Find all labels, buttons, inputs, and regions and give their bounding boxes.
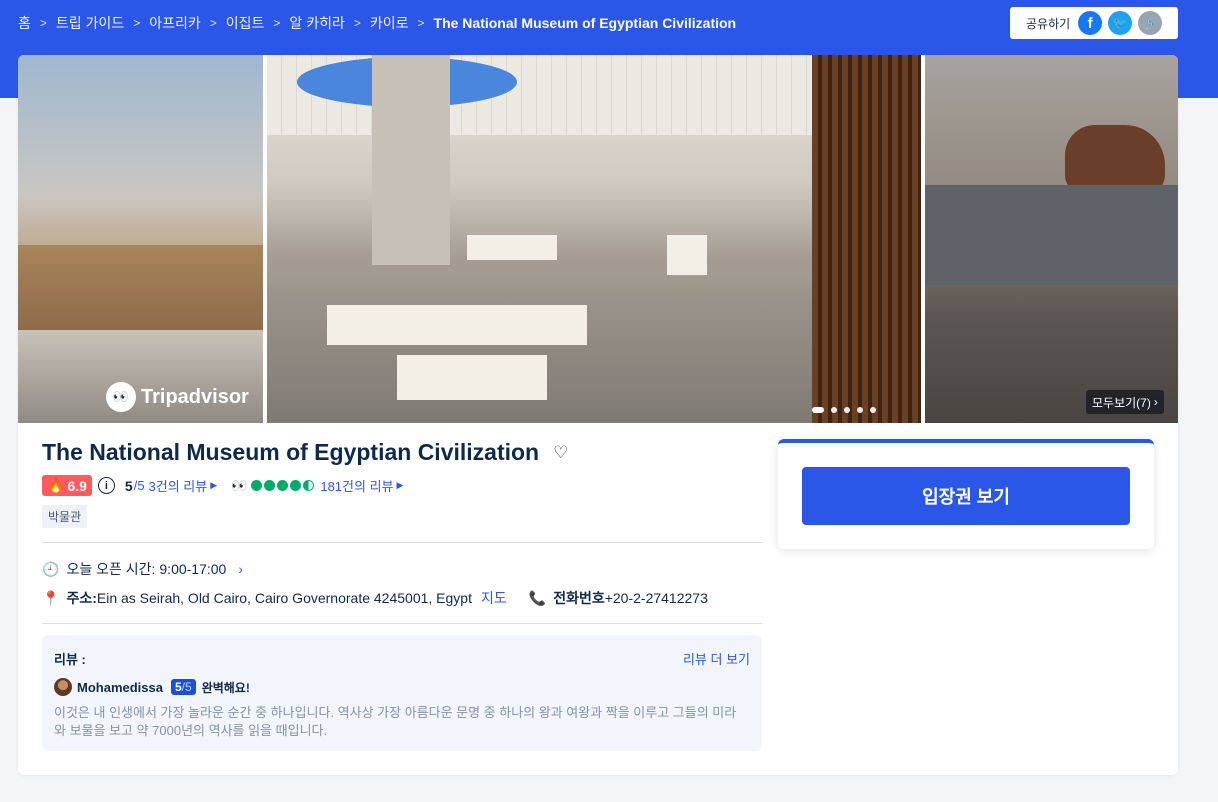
rating-bubble [290,480,302,491]
tripadvisor-bubble-rating [251,480,315,491]
chevron-right-icon: > [417,16,425,30]
tripadvisor-review-link[interactable]: 181건의 리뷰 [320,476,393,495]
opening-hours-row[interactable]: 🕘 오늘 오픈 시간: 9:00-17:00 › [42,559,762,579]
rating-bubble [264,480,276,491]
phone-block: 📞 전화번호 +20-2-27412273 [529,588,708,608]
slide-indicator [812,407,876,413]
photo-wooden-lattice [812,55,921,423]
breadcrumb-cairo[interactable]: 카이로 [370,13,409,33]
review-preview: 리뷰 : 리뷰 더 보기 Mohamedissa 5/5 완벽해요! 이것은 내… [42,635,762,751]
address-label: 주소: [66,590,97,606]
clock-icon: 🕘 [42,560,60,577]
review-text: 이것은 내 인생에서 가장 놀라운 순간 중 하나입니다. 역사상 가장 아름다… [54,705,737,738]
twitter-icon[interactable]: 🐦 [1108,11,1133,35]
review-header: 리뷰 : 리뷰 더 보기 [54,649,750,668]
divider [42,542,762,543]
rating-bubble [277,480,289,491]
slide-dot[interactable] [812,407,824,413]
review-label: 리뷰 : [54,652,86,667]
more-reviews-link[interactable]: 리뷰 더 보기 [683,649,750,668]
address-value: Ein as Seirah, Old Cairo, Cairo Governor… [96,590,472,606]
address-row: 📍 주소: Ein as Seirah, Old Cairo, Cairo Go… [42,588,762,608]
chevron-right-icon: > [39,16,47,30]
slide-dot[interactable] [870,407,876,413]
slide-dot[interactable] [844,407,850,413]
review-score-max: /5 [181,680,192,694]
chevron-right-icon: > [133,16,141,30]
share-label: 공유하기 [1026,16,1071,31]
breadcrumb-al-qahirah[interactable]: 알 카히라 [289,13,344,33]
flame-icon: 🔥 [47,477,65,493]
photo-display-case [327,305,587,345]
info-icon[interactable]: i [97,477,115,494]
breadcrumb-trip-guide[interactable]: 트립 가이드 [56,13,124,33]
view-tickets-button[interactable]: 입장권 보기 [802,467,1130,525]
photo-display-case [467,235,557,260]
photo-display-case [397,355,547,400]
phone-value: +20-2-27412273 [604,590,708,606]
rating-score: 5 [124,477,133,494]
hours-label: 오늘 오픈 시간: [66,561,156,577]
chevron-right-icon: › [1153,395,1158,409]
phone-icon: 📞 [528,589,547,606]
chevron-right-icon: > [353,16,361,30]
breadcrumb-current: The National Museum of Egyptian Civiliza… [433,15,737,31]
view-all-label: 모두보기(7) [1092,395,1151,410]
breadcrumb-home[interactable]: 홈 [18,13,31,33]
breadcrumb: 홈 > 트립 가이드 > 아프리카 > 이집트 > 알 카히라 > 카이로 > … [18,13,736,33]
tripadvisor-icon: 👀 [231,477,248,493]
rating-bubble [251,480,263,491]
attraction-card: 👀 Tripadvisor 모두보기(7) › The National Mus… [18,55,1178,775]
tripadvisor-watermark-text: Tripadvisor [141,385,249,408]
photo-display-case [667,235,707,275]
review-username: Mohamedissa [77,679,163,695]
location-pin-icon: 📍 [42,589,60,606]
rating-max: /5 [133,478,145,493]
title-row: The National Museum of Egyptian Civiliza… [42,439,762,466]
avatar [54,678,72,696]
facebook-icon[interactable]: f [1078,11,1103,35]
review-verdict: 완벽해요! [201,680,250,695]
link-icon[interactable]: 🔗 [1138,11,1163,35]
photo-pillar [372,55,450,265]
breadcrumb-egypt[interactable]: 이집트 [226,13,265,33]
view-all-photos-button[interactable]: 모두보기(7) › [1086,390,1164,414]
map-link[interactable]: 지도 [481,588,507,608]
hot-score-badge: 🔥 6.9 [42,475,92,496]
chevron-right-icon: > [209,16,217,30]
breadcrumb-africa[interactable]: 아프리카 [149,13,201,33]
attraction-title: The National Museum of Egyptian Civiliza… [42,439,540,465]
photo-gallery: 👀 Tripadvisor 모두보기(7) › [18,55,1178,423]
gallery-photo-1[interactable]: 👀 Tripadvisor [18,55,263,423]
attraction-info: The National Museum of Egyptian Civiliza… [42,439,762,624]
slide-dot[interactable] [857,407,863,413]
category-tag: 박물관 [42,505,88,528]
caret-right-icon: ▶ [210,480,218,490]
divider [42,623,762,624]
gallery-photo-3[interactable] [925,55,1178,423]
heart-icon[interactable]: ♡ [553,443,568,463]
photo-display-band [925,185,1178,285]
review-score: 5 [174,680,182,694]
chevron-right-icon[interactable]: › [238,561,243,577]
chevron-right-icon: > [273,16,281,30]
caret-right-icon: ▶ [396,480,404,490]
ticket-panel: 입장권 보기 [778,439,1154,549]
slide-dot[interactable] [831,407,837,413]
gallery-photo-2[interactable] [267,55,921,423]
rating-row: 🔥 6.9 i 5 /5 3건의 리뷰 ▶ 👀 181건의 리뷰 ▶ [42,475,762,496]
phone-label: 전화번호 [553,590,605,606]
review-user-row: Mohamedissa 5/5 완벽해요! [54,678,750,696]
tripadvisor-watermark: 👀 Tripadvisor [106,382,249,412]
review-count-link[interactable]: 3건의 리뷰 [149,476,208,495]
hours-value: 9:00-17:00 [159,561,227,577]
share-box: 공유하기 f 🐦 🔗 [1010,7,1178,39]
hot-score: 6.9 [67,477,87,494]
photo-landscape [18,245,263,335]
tripadvisor-owl-icon: 👀 [106,382,136,412]
rating-bubble-half [303,480,315,491]
review-score-badge: 5/5 [170,679,196,695]
